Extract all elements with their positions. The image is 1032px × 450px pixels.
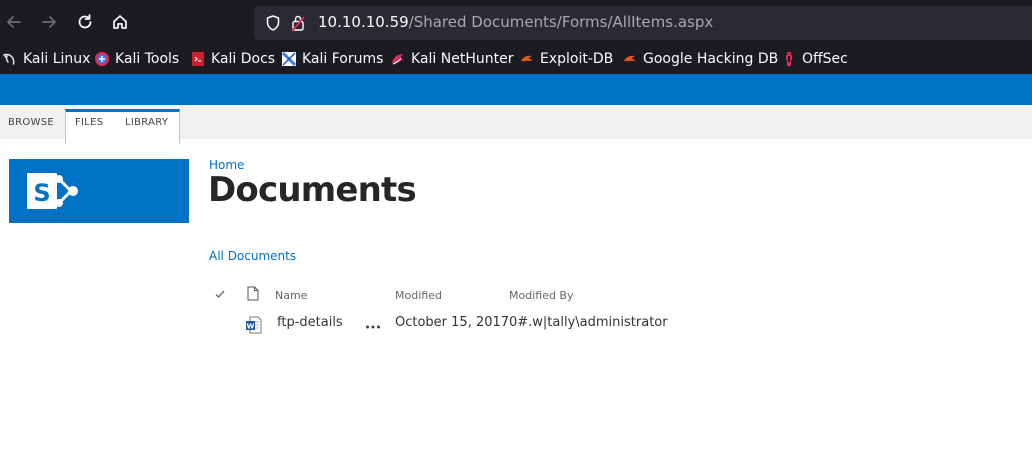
- kali-nethunter-icon: [392, 54, 404, 65]
- home-icon: [113, 15, 127, 29]
- bookmarks-toolbar: Kali Linux Kali Tools Kali Docs Kali For…: [0, 44, 1032, 74]
- bookmark-kali-tools[interactable]: Kali Tools: [94, 50, 179, 68]
- svg-text:W: W: [247, 323, 255, 331]
- bookmark-label: Exploit-DB: [540, 51, 614, 67]
- forward-button[interactable]: [37, 10, 61, 34]
- suite-bar: [0, 74, 1032, 105]
- kali-tools-icon: [95, 52, 109, 66]
- reload-button[interactable]: [73, 10, 97, 34]
- bookmark-kali-nethunter[interactable]: Kali NetHunter: [390, 50, 513, 68]
- ghdb-icon: [624, 55, 635, 62]
- bookmark-kali-linux[interactable]: Kali Linux: [2, 50, 90, 68]
- home-button[interactable]: [108, 10, 132, 34]
- url-host: 10.10.10.59: [318, 13, 409, 31]
- sharepoint-logo-icon: S: [27, 173, 78, 209]
- reload-icon: [78, 14, 92, 29]
- word-doc-icon: W: [246, 316, 262, 334]
- url-text: 10.10.10.59/Shared Documents/Forms/AllIt…: [318, 13, 713, 31]
- back-button[interactable]: [2, 10, 26, 34]
- more-options-icon[interactable]: [365, 324, 381, 330]
- file-name-link[interactable]: ftp-details: [277, 315, 343, 330]
- ribbon: BROWSE FILES LIBRARY: [0, 105, 1032, 144]
- page-title: Documents: [208, 170, 417, 210]
- bookmark-exploit-db[interactable]: Exploit-DB: [519, 50, 613, 68]
- shield-icon: [266, 15, 280, 31]
- browser-toolbar: 10.10.10.59/Shared Documents/Forms/AllIt…: [0, 0, 1032, 44]
- column-header-modified-by[interactable]: Modified By: [509, 289, 574, 302]
- modified-by[interactable]: 0#.w|tally\administrator: [509, 315, 668, 330]
- bookmark-label: Kali Tools: [115, 51, 180, 67]
- insecure-lock-icon[interactable]: [291, 14, 305, 32]
- bookmark-offsec[interactable]: OffSec: [781, 50, 848, 68]
- bookmark-google-hacking-db[interactable]: Google Hacking DB: [622, 50, 778, 68]
- modified-date: October 15, 2017: [395, 315, 510, 330]
- url-path: /Shared Documents/Forms/AllItems.aspx: [408, 13, 714, 31]
- bookmark-kali-docs[interactable]: Kali Docs: [190, 50, 275, 68]
- kali-dragon-icon: [3, 53, 15, 65]
- tab-library[interactable]: LIBRARY: [125, 117, 168, 128]
- bookmark-label: Kali NetHunter: [411, 51, 514, 67]
- url-bar[interactable]: 10.10.10.59/Shared Documents/Forms/AllIt…: [254, 6, 1032, 40]
- kali-forums-icon: [281, 51, 297, 67]
- bookmark-label: Kali Docs: [211, 51, 276, 67]
- forward-arrow-icon: [42, 16, 56, 28]
- bookmark-label: OffSec: [802, 51, 848, 67]
- tab-browse[interactable]: BROWSE: [8, 117, 54, 128]
- tab-files[interactable]: FILES: [75, 117, 103, 128]
- kali-docs-icon: [192, 52, 204, 66]
- column-header-name[interactable]: Name: [275, 289, 307, 302]
- bookmark-kali-forums[interactable]: Kali Forums: [281, 50, 383, 68]
- svg-text:S: S: [33, 179, 50, 207]
- offsec-icon: [786, 52, 792, 66]
- back-arrow-icon: [7, 16, 21, 28]
- site-logo[interactable]: S: [9, 159, 189, 223]
- bookmark-label: Kali Linux: [23, 51, 91, 67]
- bookmark-label: Google Hacking DB: [643, 51, 779, 67]
- file-type-header-icon: [247, 286, 259, 301]
- bookmark-label: Kali Forums: [302, 51, 384, 67]
- view-all-documents[interactable]: All Documents: [209, 249, 296, 263]
- exploit-db-icon: [521, 55, 532, 62]
- column-header-modified[interactable]: Modified: [395, 289, 442, 302]
- select-all-checkmark-icon[interactable]: [214, 288, 226, 300]
